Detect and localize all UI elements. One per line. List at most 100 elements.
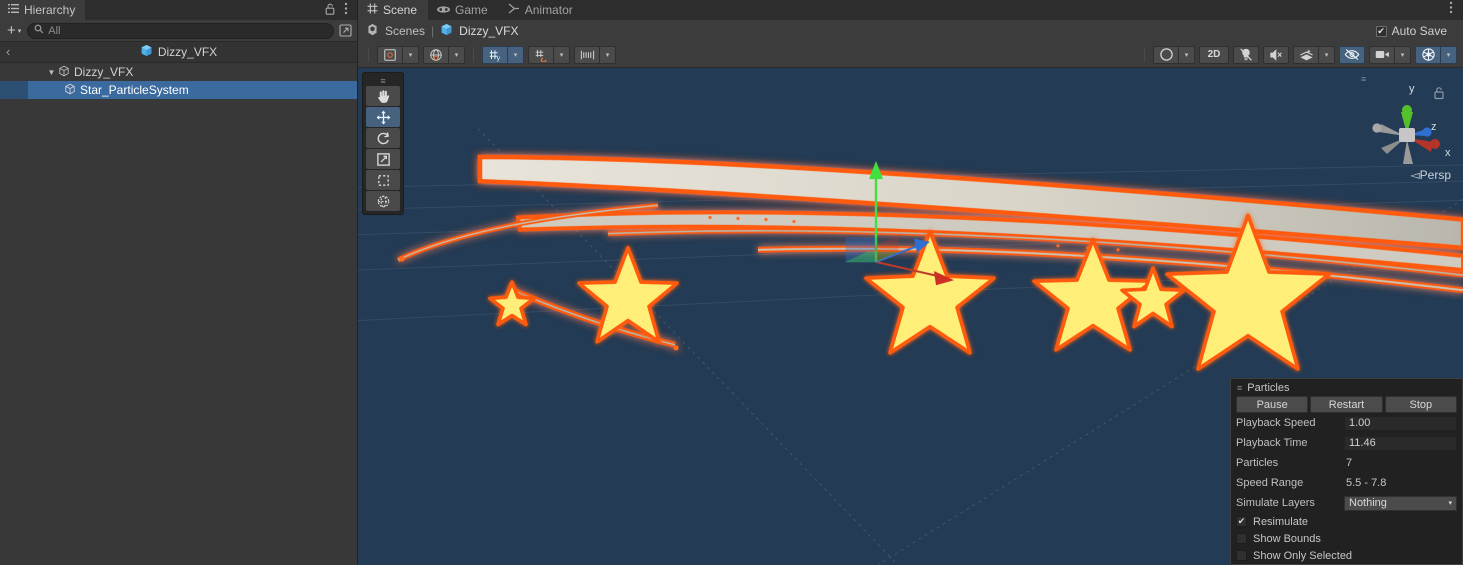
- tool-palette: ≡: [362, 72, 404, 215]
- hierarchy-tab-icons: [325, 2, 357, 20]
- panel-grip[interactable]: ≡: [1237, 383, 1242, 393]
- shading-mode-button[interactable]: [1153, 45, 1179, 64]
- persp-prefix-icon: ◅: [1410, 168, 1420, 182]
- disclosure-triangle-icon[interactable]: ▼: [46, 68, 57, 77]
- show-only-selected-label: Show Only Selected: [1253, 549, 1353, 562]
- speed-range-label: Speed Range: [1236, 477, 1304, 489]
- hierarchy-icon: [8, 3, 19, 17]
- hierarchy-row-dizzy-vfx[interactable]: ▼ Dizzy_VFX: [0, 63, 357, 81]
- gizmo-axes[interactable]: y z x: [1357, 72, 1457, 168]
- particle-effect-panel[interactable]: ≡ Particles Pause Restart Stop Playback …: [1230, 378, 1463, 565]
- breadcrumb-separator: |: [431, 24, 435, 38]
- grid-snapping-toggle[interactable]: y: [482, 45, 508, 64]
- playback-time-row: Playback Time 11.46: [1231, 433, 1462, 453]
- auto-save-toggle[interactable]: ✔ Auto Save: [1375, 24, 1455, 38]
- tab-scene[interactable]: Scene: [358, 0, 429, 20]
- show-bounds-checkbox[interactable]: Show Bounds: [1231, 530, 1462, 547]
- hidden-objects-toggle[interactable]: [1339, 45, 1365, 64]
- stop-button[interactable]: Stop: [1384, 396, 1457, 413]
- audio-toggle[interactable]: [1263, 45, 1289, 64]
- chevron-down-icon[interactable]: ▾: [1441, 45, 1457, 64]
- playback-speed-row: Playback Speed 1.00: [1231, 413, 1462, 433]
- create-object-button[interactable]: + ▾: [4, 22, 24, 39]
- gamepad-icon: [437, 3, 451, 17]
- effects-toggle[interactable]: [1293, 45, 1319, 64]
- chevron-down-icon[interactable]: ▾: [1319, 45, 1335, 64]
- show-only-selected-checkbox-box[interactable]: [1236, 550, 1247, 561]
- breadcrumb: ‹ Dizzy_VFX: [0, 42, 357, 63]
- kebab-menu-icon[interactable]: [1449, 1, 1463, 20]
- show-only-selected-checkbox[interactable]: Show Only Selected: [1231, 547, 1462, 564]
- palette-grip[interactable]: ≡: [366, 76, 400, 86]
- restart-button[interactable]: Restart: [1310, 396, 1383, 413]
- 2d-toggle[interactable]: 2D: [1199, 45, 1229, 64]
- tab-animator-label: Animator: [524, 3, 573, 17]
- playback-time-input[interactable]: 11.46: [1344, 435, 1457, 451]
- grid-visibility-toggle[interactable]: [528, 45, 554, 64]
- shading-mode-group: ▾: [1153, 45, 1195, 64]
- pause-button[interactable]: Pause: [1236, 396, 1309, 413]
- chevron-down-icon[interactable]: ▾: [508, 45, 524, 64]
- transform-tool[interactable]: [366, 191, 400, 211]
- chevron-down-icon[interactable]: ▾: [554, 45, 570, 64]
- expand-window-icon[interactable]: [337, 23, 353, 39]
- resimulate-label: Resimulate: [1253, 515, 1309, 528]
- move-tool[interactable]: [366, 107, 400, 127]
- gizmo-grip[interactable]: ≡: [1361, 74, 1366, 84]
- handle-space-toggle[interactable]: [423, 45, 449, 64]
- scene-lighting-toggle[interactable]: [1233, 45, 1259, 64]
- hierarchy-row-star-particlesystem[interactable]: Star_ParticleSystem: [0, 81, 357, 99]
- lock-icon[interactable]: [325, 3, 335, 18]
- gizmo-lock-icon: [1434, 87, 1444, 100]
- rotate-tool[interactable]: [366, 128, 400, 148]
- chevron-down-icon[interactable]: ▾: [600, 45, 616, 64]
- playback-speed-label: Playback Speed: [1236, 417, 1316, 429]
- breadcrumb-label[interactable]: Dizzy_VFX: [158, 45, 217, 59]
- snap-increment-button[interactable]: [574, 45, 600, 64]
- search-input[interactable]: All: [27, 22, 334, 39]
- chevron-down-icon[interactable]: ▾: [1395, 45, 1411, 64]
- speed-range-value: 5.5 - 7.8: [1346, 477, 1387, 489]
- chevron-down-icon[interactable]: ▾: [1179, 45, 1195, 64]
- scene-orientation-gizmo[interactable]: ≡ y z x ◅Persp: [1357, 72, 1457, 192]
- show-bounds-checkbox-box[interactable]: [1236, 533, 1247, 544]
- hierarchy-panel: Hierarchy + ▾ All ‹ Dizzy_VFX ▼ Dizzy_VF…: [0, 0, 358, 565]
- scenes-label[interactable]: Scenes: [385, 24, 425, 38]
- pivot-toggle[interactable]: [377, 45, 403, 64]
- scene-viewport[interactable]: ≡ ≡ y z x ◅Persp ≡ Particles Pause Resta…: [358, 68, 1463, 565]
- check-icon: ✔: [1237, 516, 1246, 526]
- chevron-down-icon[interactable]: ▾: [403, 45, 419, 64]
- persp-label: Persp: [1419, 168, 1451, 182]
- gameobject-icon: [58, 65, 70, 80]
- particles-count-label: Particles: [1236, 457, 1279, 469]
- hand-tool[interactable]: [366, 86, 400, 106]
- projection-mode-label[interactable]: ◅Persp: [1410, 168, 1451, 182]
- rect-transform-tool[interactable]: [366, 170, 400, 190]
- gizmos-toggle[interactable]: [1415, 45, 1441, 64]
- tab-animator[interactable]: Animator: [499, 0, 584, 20]
- playback-buttons: Pause Restart Stop: [1231, 396, 1462, 413]
- unity-icon: [366, 23, 379, 39]
- grid-icon: [367, 3, 378, 17]
- kebab-menu-icon[interactable]: [344, 2, 348, 18]
- chevron-down-icon: ▾: [1448, 500, 1452, 507]
- auto-save-checkbox[interactable]: ✔: [1375, 25, 1387, 37]
- scene-breadcrumb-current[interactable]: Dizzy_VFX: [459, 24, 518, 38]
- prefab-cube-icon: [440, 23, 453, 39]
- simulate-layers-dropdown[interactable]: Nothing ▾: [1344, 495, 1457, 511]
- resimulate-checkbox-box[interactable]: ✔: [1236, 516, 1247, 527]
- scale-tool[interactable]: [366, 149, 400, 169]
- particle-panel-header: ≡ Particles: [1231, 379, 1462, 396]
- grid-visibility-group: ▾: [528, 45, 570, 64]
- camera-settings-group: ▾: [1369, 45, 1411, 64]
- playback-speed-input[interactable]: 1.00: [1344, 415, 1457, 431]
- resimulate-checkbox[interactable]: ✔ Resimulate: [1231, 513, 1462, 530]
- hierarchy-row-label: Dizzy_VFX: [74, 65, 134, 79]
- chevron-down-icon[interactable]: ▾: [449, 45, 465, 64]
- tab-hierarchy[interactable]: Hierarchy: [0, 0, 86, 20]
- gizmo-x-label: x: [1445, 147, 1451, 159]
- camera-settings-button[interactable]: [1369, 45, 1395, 64]
- breadcrumb-back-button[interactable]: ‹: [6, 44, 10, 59]
- hierarchy-tree: ▼ Dizzy_VFX Star_ParticleSystem: [0, 63, 357, 565]
- tab-game[interactable]: Game: [428, 0, 499, 20]
